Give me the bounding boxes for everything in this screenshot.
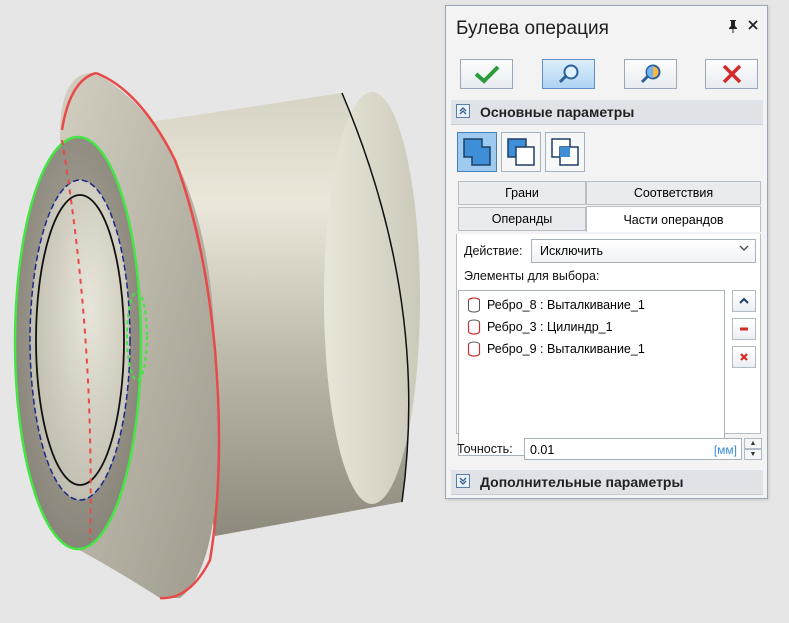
action-label: Действие: [464, 244, 523, 258]
extra-params-header[interactable]: Дополнительные параметры [451, 470, 763, 495]
chevron-up-icon [739, 297, 749, 304]
edge-cylinder-icon [467, 341, 481, 357]
intersect-mode-button[interactable] [545, 132, 585, 172]
tab-operands[interactable]: Операнды [458, 207, 586, 231]
edge-cylinder-icon [467, 319, 481, 335]
list-item[interactable]: Ребро_3 : Цилиндр_1 [467, 317, 613, 337]
list-item[interactable]: Ребро_8 : Выталкивание_1 [467, 295, 645, 315]
cross-icon [722, 64, 741, 84]
union-mode-button[interactable] [457, 132, 497, 172]
chevron-down-icon [739, 243, 749, 256]
panel-title: Булева операция [456, 18, 609, 39]
clear-button[interactable] [732, 346, 756, 368]
elements-label: Элементы для выбора: [464, 269, 600, 283]
edge-cylinder-icon [467, 297, 481, 313]
intersect-icon [551, 138, 579, 166]
boolean-operation-panel: Булева операция Основные параметры Грани… [445, 5, 768, 499]
cross-icon [740, 353, 748, 361]
main-params-header[interactable]: Основные параметры [451, 100, 763, 125]
precision-label: Точность: [457, 442, 513, 456]
action-select[interactable]: Исключить [531, 239, 756, 263]
ok-button[interactable] [460, 59, 513, 89]
magnifier-color-icon [640, 64, 660, 84]
extra-params-title: Дополнительные параметры [480, 474, 684, 490]
precision-unit: [мм] [713, 443, 737, 457]
minus-icon [740, 327, 748, 331]
subtract-icon [507, 138, 535, 166]
action-value: Исключить [540, 244, 603, 258]
preview-result-button[interactable] [624, 59, 677, 89]
close-icon[interactable] [745, 19, 761, 35]
list-item-label: Ребро_8 : Выталкивание_1 [487, 298, 645, 312]
panel-titlebar: Булева операция [446, 6, 767, 51]
remove-button[interactable] [732, 318, 756, 340]
collapse-icon[interactable] [456, 104, 470, 118]
tab-faces[interactable]: Грани [458, 181, 586, 205]
pin-icon[interactable] [725, 19, 741, 35]
expand-icon[interactable] [456, 474, 470, 488]
checkmark-icon [474, 65, 499, 84]
main-params-title: Основные параметры [480, 104, 635, 120]
cancel-button[interactable] [705, 59, 758, 89]
tab-correspondences[interactable]: Соответствия [586, 181, 761, 205]
list-item[interactable]: Ребро_9 : Выталкивание_1 [467, 339, 645, 359]
precision-value: 0.01 [530, 443, 555, 457]
subtract-mode-button[interactable] [501, 132, 541, 172]
list-item-label: Ребро_3 : Цилиндр_1 [487, 320, 613, 334]
spin-down-button[interactable]: ▼ [744, 449, 762, 460]
list-item-label: Ребро_9 : Выталкивание_1 [487, 342, 645, 356]
union-icon [463, 138, 491, 166]
tab-operand-parts[interactable]: Части операндов [586, 206, 761, 232]
preview-button[interactable] [542, 59, 595, 89]
spin-up-button[interactable]: ▲ [744, 438, 762, 449]
precision-input[interactable]: 0.01 [мм] [524, 438, 742, 460]
move-up-button[interactable] [732, 290, 756, 312]
magnifier-icon [558, 64, 578, 84]
elements-list[interactable]: Ребро_8 : Выталкивание_1 Ребро_3 : Цилин… [458, 290, 725, 456]
